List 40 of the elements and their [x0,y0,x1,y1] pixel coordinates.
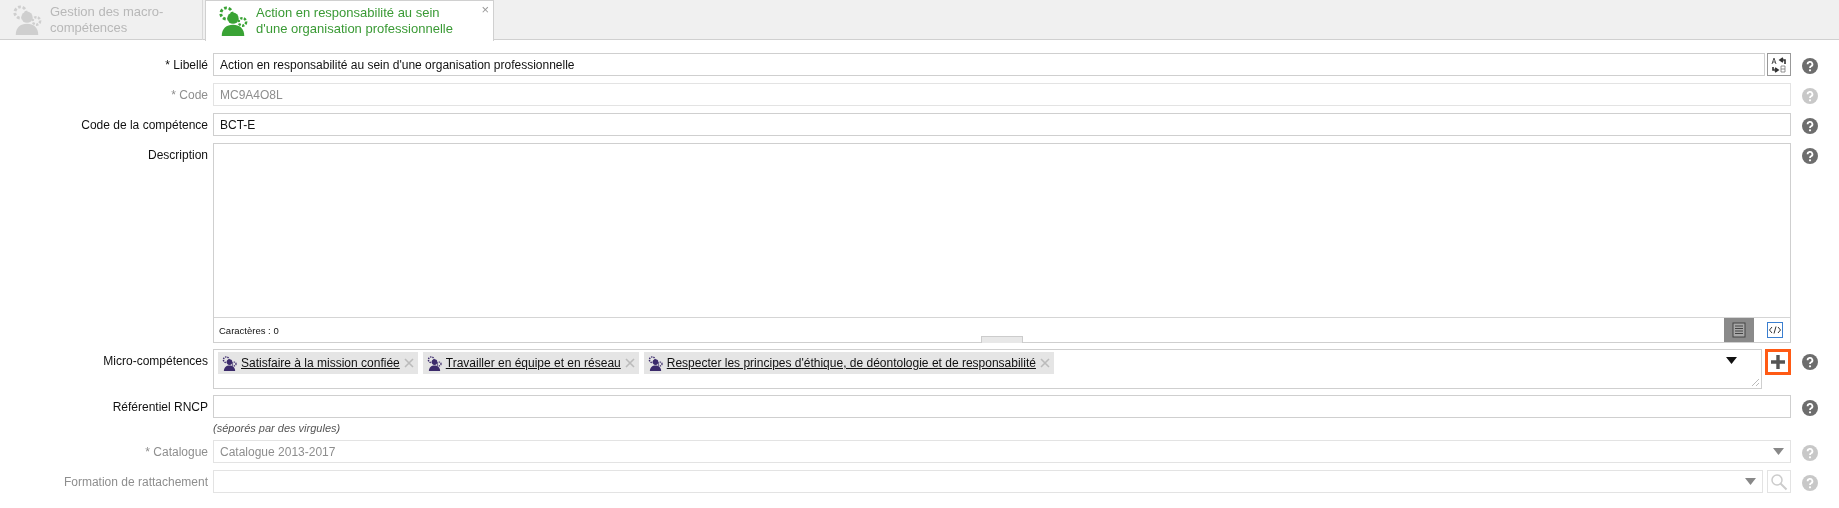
resize-handle[interactable] [981,336,1023,343]
text-view-button[interactable] [1724,318,1754,342]
help-icon[interactable] [1802,148,1818,164]
code-icon [1767,322,1783,338]
field-label: Micro-compétences [102,353,208,368]
resize-grip-icon[interactable] [1751,378,1759,386]
dropdown-arrow-icon[interactable] [1726,357,1737,364]
person-gear-icon [647,355,663,371]
field-label: * Code [170,87,208,102]
tab[interactable]: Action en responsabilité au sein d'une organisation professionnelle × [205,0,494,41]
description-editor[interactable]: Caractères : 0 [213,143,1791,343]
text-field[interactable]: BCT-E [213,113,1791,136]
help-icon[interactable] [1802,58,1818,74]
tag-link[interactable]: Travailler en équipe et en réseau [445,356,621,370]
text-field[interactable] [213,395,1791,418]
person-gear-icon [426,355,442,371]
tag-link[interactable]: Respecter les principes d'éthique, de déontologie et de responsabilité [666,356,1036,370]
add-button[interactable] [1765,349,1791,375]
translate-button[interactable] [1767,53,1791,76]
tag-link[interactable]: Satisfaire à la mission confiée [241,356,400,370]
field-label: * Libellé [164,57,208,72]
field-label: Formation de rattachement [62,474,208,489]
person-gear-icon [222,355,237,371]
field-label: Référentiel RNCP [111,399,208,414]
field-label: Description [146,147,208,162]
help-icon[interactable] [1802,400,1818,416]
help-icon[interactable] [1802,354,1818,370]
character-count: Caractères : 0 [219,324,280,336]
text-field[interactable]: Action en responsabilité au sein d'une organisation professionnelle [213,53,1765,76]
field-hint: (séporés par des virgules) [213,422,342,434]
field-label: Code de la compétence [80,117,208,132]
document-lines-icon [1732,322,1746,338]
tag-field[interactable]: Satisfaire à la mission confiée Travailler en équipe et en réseau Respecter les principes d'éthique, de déontologie et de responsabilité [213,349,1762,389]
field-label: * Catalogue [144,444,208,459]
person-gear-icon [12,5,42,35]
person-gear-icon [218,6,248,36]
translate-icon [1770,55,1788,74]
search-icon [1770,472,1788,491]
plus-icon [1770,354,1786,370]
help-icon[interactable] [1802,118,1818,134]
